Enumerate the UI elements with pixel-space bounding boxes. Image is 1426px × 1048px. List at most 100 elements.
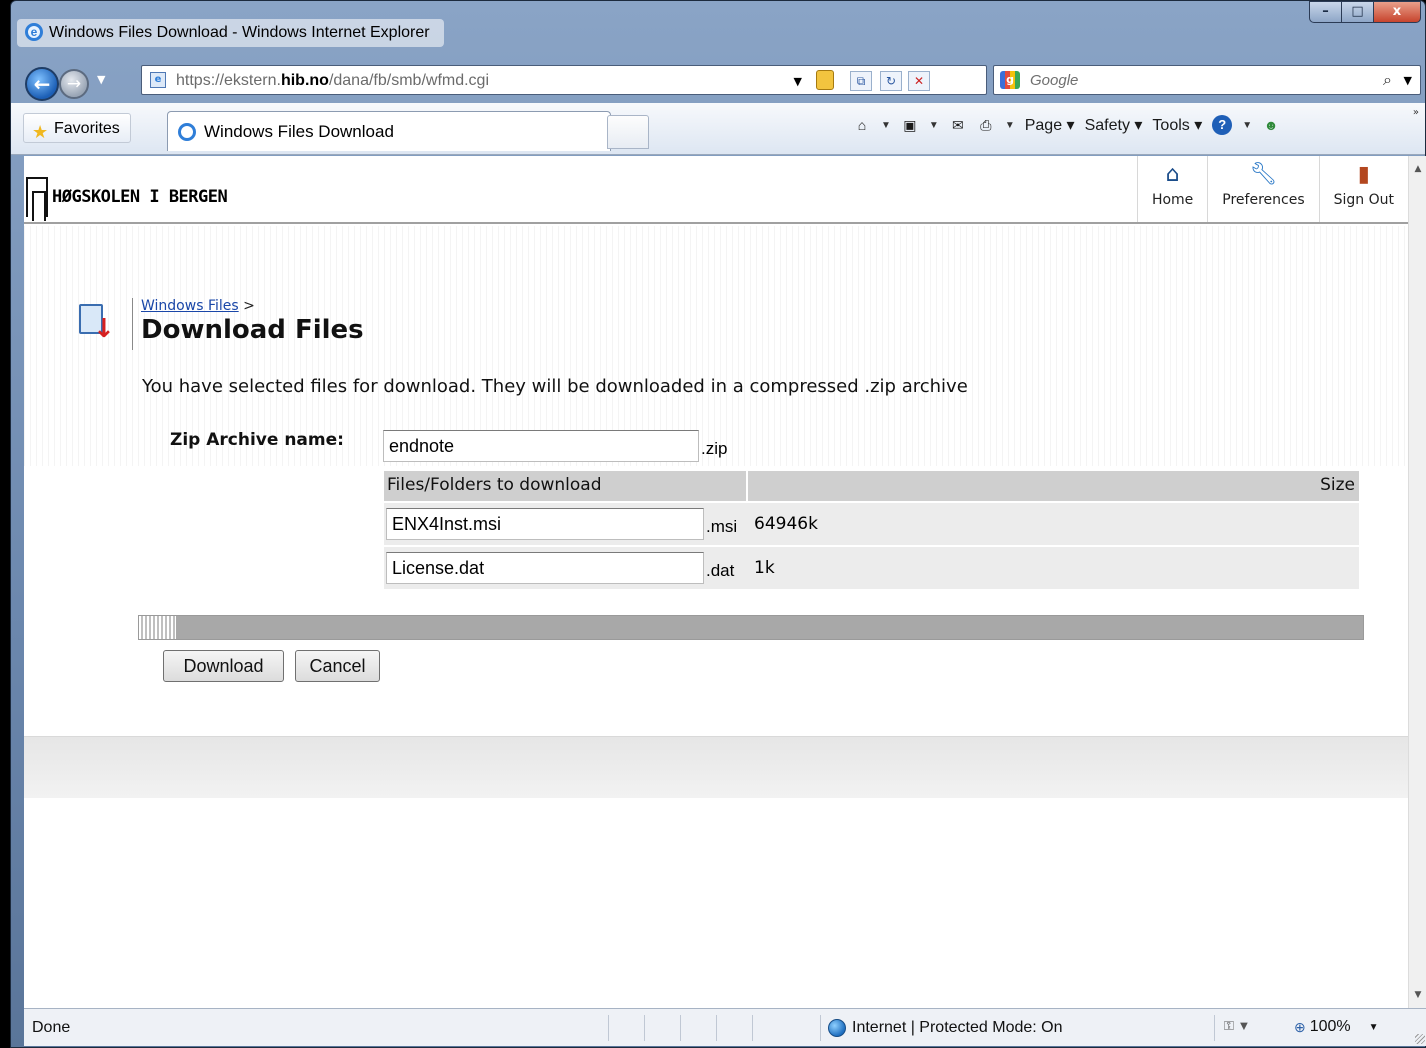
tools-menu[interactable]: Tools ▾	[1152, 115, 1202, 135]
messenger-icon[interactable]: ☻	[1262, 116, 1280, 134]
tab-title: Windows Files Download	[204, 122, 394, 141]
zip-extension: .zip	[701, 439, 728, 458]
google-icon: g	[1000, 71, 1020, 89]
table-row: .msi 64946k	[384, 503, 1359, 545]
hib-logo: HØGSKOLEN I BERGEN	[26, 174, 228, 221]
security-zone-text: Internet | Protected Mode: On	[852, 1019, 1063, 1036]
chevron-more-icon[interactable]: »	[1413, 107, 1419, 118]
status-divider	[680, 1015, 681, 1041]
tab-windows-files-download[interactable]: Windows Files Download	[167, 111, 611, 151]
maximize-button[interactable]: □	[1341, 1, 1373, 23]
file-name-cell: .msi	[384, 503, 748, 545]
vertical-scrollbar[interactable]: ▲ ▼	[1408, 156, 1426, 1008]
tools-menu-label: Tools	[1152, 117, 1190, 134]
status-divider	[644, 1015, 645, 1041]
zoom-level: 100%	[1309, 1018, 1351, 1035]
print-icon[interactable]: ⎙	[977, 116, 995, 134]
window-title-area: e Windows Files Download - Windows Inter…	[17, 19, 444, 47]
search-dropdown-icon[interactable]: ▼	[1404, 74, 1412, 87]
url-dropdown-icon[interactable]: ▼	[794, 75, 802, 88]
logo-mark-icon	[26, 177, 48, 221]
download-button[interactable]: Download	[163, 650, 284, 682]
safety-menu-label: Safety	[1084, 117, 1130, 134]
title-block: Windows Files > Download Files	[132, 298, 364, 350]
cancel-button[interactable]: Cancel	[295, 650, 380, 682]
star-icon: ★	[32, 122, 49, 142]
download-files-icon: ↓	[79, 302, 115, 342]
status-divider	[1214, 1015, 1215, 1041]
url-scheme: https://	[176, 72, 225, 89]
nav-sign-out[interactable]: ▮ Sign Out	[1318, 156, 1408, 222]
refresh-icon[interactable]: ↻	[880, 71, 902, 91]
zoom-control[interactable]: ⊕ 100% ▼	[1294, 1018, 1379, 1036]
recent-pages-dropdown-icon[interactable]: ▼	[97, 73, 105, 86]
table-row: .dat 1k	[384, 547, 1359, 589]
search-field[interactable]: g Google ⌕ ▼	[993, 65, 1421, 95]
home-icon[interactable]: ⌂	[853, 116, 871, 134]
size-column-header: Size	[1320, 475, 1355, 495]
home-dropdown-icon[interactable]: ▼	[881, 120, 891, 131]
ie-tab-icon	[178, 123, 196, 141]
back-button[interactable]: ←	[25, 67, 59, 101]
file-name-input[interactable]	[386, 508, 704, 540]
help-dropdown-icon[interactable]: ▼	[1242, 120, 1252, 131]
url-text[interactable]: https://ekstern.hib.no/dana/fb/smb/wfmd.…	[176, 72, 489, 90]
mail-icon[interactable]: ✉	[949, 116, 967, 134]
status-text: Done	[32, 1019, 71, 1036]
home-icon: ⌂	[1165, 162, 1180, 187]
door-icon: ▮	[1357, 162, 1370, 187]
intro-text: You have selected files for download. Th…	[142, 376, 968, 397]
lock-icon[interactable]	[816, 70, 834, 90]
forward-button[interactable]: →	[59, 69, 89, 99]
zip-archive-label: Zip Archive name:	[170, 430, 344, 450]
minimize-button[interactable]: –	[1309, 1, 1341, 23]
ie-logo-icon: e	[25, 23, 43, 41]
files-column-header: Files/Folders to download	[384, 471, 748, 501]
favorites-bar: ★ Favorites Windows Files Download ⌂ ▼ ▣…	[11, 103, 1425, 155]
zoom-dropdown-icon[interactable]: ▼	[1369, 1022, 1379, 1033]
search-icon[interactable]: ⌕	[1383, 70, 1392, 90]
url-field[interactable]: e https://ekstern.hib.no/dana/fb/smb/wfm…	[141, 65, 987, 95]
page-viewport: HØGSKOLEN I BERGEN ⌂ Home 🔧︎ Preferences…	[24, 156, 1408, 1008]
protected-mode-lock-icon[interactable]: ⚿ ▼	[1224, 1018, 1250, 1034]
address-bar: ← → ▼ e https://ekstern.hib.no/dana/fb/s…	[11, 59, 1425, 103]
zip-archive-name-input[interactable]	[383, 430, 699, 462]
files-table: Files/Folders to download Size .msi 6494…	[384, 471, 1359, 589]
search-placeholder: Google	[1030, 72, 1079, 89]
scroll-up-icon[interactable]: ▲	[1409, 160, 1426, 178]
compatibility-view-icon[interactable]: ⧉	[850, 71, 872, 91]
nav-preferences[interactable]: 🔧︎ Preferences	[1207, 156, 1318, 222]
window-controls: – □ x	[1309, 1, 1421, 23]
site-header: HØGSKOLEN I BERGEN ⌂ Home 🔧︎ Preferences…	[24, 156, 1408, 224]
nav-home-label: Home	[1151, 192, 1194, 208]
page-footer	[24, 736, 1408, 798]
nav-home[interactable]: ⌂ Home	[1136, 156, 1207, 222]
wrench-icon: 🔧︎	[1249, 162, 1278, 187]
breadcrumb: Windows Files >	[141, 298, 364, 314]
scroll-down-icon[interactable]: ▼	[1409, 986, 1426, 1004]
safety-menu[interactable]: Safety ▾	[1085, 115, 1143, 135]
new-tab-button[interactable]	[607, 115, 649, 149]
help-icon[interactable]: ?	[1212, 115, 1233, 135]
page-menu-label: Page	[1024, 117, 1063, 134]
feeds-icon[interactable]: ▣	[901, 116, 919, 134]
browser-window: e Windows Files Download - Windows Inter…	[10, 0, 1426, 1048]
table-header: Files/Folders to download Size	[384, 471, 1359, 501]
close-button[interactable]: x	[1373, 1, 1421, 23]
url-path: /dana/fb/smb/wfmd.cgi	[328, 72, 490, 89]
file-name-input[interactable]	[386, 552, 704, 584]
stop-icon[interactable]: ✕	[908, 71, 930, 91]
download-progress-bar	[138, 615, 1364, 640]
file-size: 64946k	[754, 514, 818, 534]
status-bar: Done Internet | Protected Mode: On ⚿ ▼ ⊕…	[24, 1008, 1426, 1046]
breadcrumb-windows-files-link[interactable]: Windows Files	[141, 298, 239, 314]
resize-grip-icon[interactable]	[1415, 1034, 1425, 1044]
print-dropdown-icon[interactable]: ▼	[1005, 120, 1015, 131]
page-menu[interactable]: Page ▾	[1025, 115, 1075, 135]
status-divider	[608, 1015, 609, 1041]
file-extension: .dat	[706, 561, 735, 580]
status-divider	[820, 1015, 821, 1041]
favorites-button[interactable]: ★ Favorites	[23, 113, 131, 143]
security-zone[interactable]: Internet | Protected Mode: On	[828, 1019, 1063, 1037]
feeds-dropdown-icon[interactable]: ▼	[929, 120, 939, 131]
